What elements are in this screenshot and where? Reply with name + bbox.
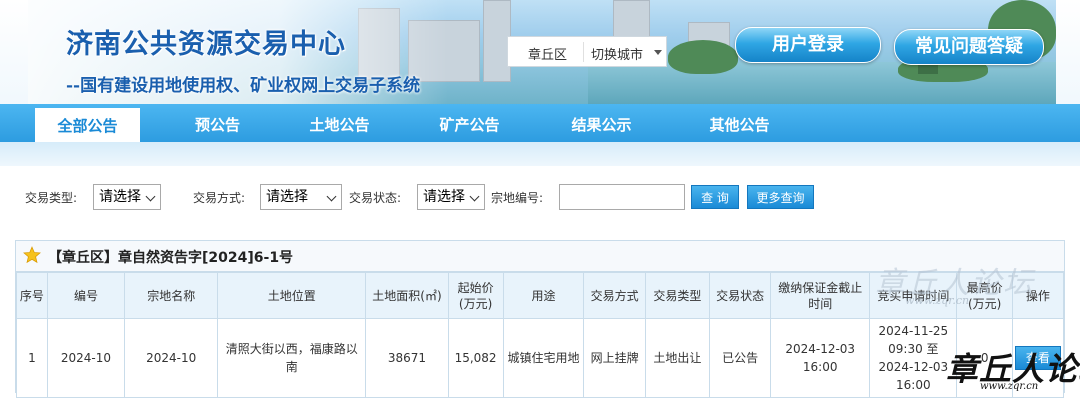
notice-block: 【章丘区】章自然资告字[2024]6-1号 序号 编号 宗地名称 土地位置 土地… [15,240,1065,398]
table-row: 1 2024-10 2024-10 清照大街以西，福康路以南 38671 15,… [16,318,1065,398]
trade-method-label: 交易方式: [193,191,246,205]
trade-status-select[interactable]: 请选择 [417,184,485,210]
login-button[interactable]: 用户登录 [735,27,881,63]
tab-land-notices[interactable]: 土地公告 [287,104,392,142]
col-header: 用途 [502,272,585,319]
trade-type-value: 请选择 [99,189,141,205]
col-header: 最高价(万元) [956,272,1013,319]
chevron-down-icon [654,50,662,55]
row-no: 1 [16,318,48,398]
row-method: 网上挂牌 [583,318,646,398]
switch-city-dropdown[interactable]: 切换城市 [591,44,643,63]
row-max-price: 0 [956,318,1013,398]
row-location: 清照大街以西，福康路以南 [217,318,367,398]
search-button[interactable]: 查 询 [691,185,739,209]
row-deposit-deadline: 2024-12-03 16:00 [770,318,871,398]
city-selector[interactable]: 章丘区 切换城市 [507,36,667,67]
notice-header: 【章丘区】章自然资告字[2024]6-1号 [16,241,1064,272]
col-header: 交易类型 [644,272,710,319]
tab-other-notices[interactable]: 其他公告 [687,104,792,142]
row-type: 土地出让 [644,318,710,398]
row-area: 38671 [365,318,449,398]
col-header: 宗地名称 [124,272,219,319]
row-usage: 城镇住宅用地 [502,318,585,398]
parcel-no-input[interactable] [559,184,685,210]
notice-title[interactable]: 【章丘区】章自然资告字[2024]6-1号 [48,247,293,267]
star-icon [23,246,41,264]
trade-type-label: 交易类型: [25,191,78,205]
tab-result-notices[interactable]: 结果公示 [549,104,654,142]
tab-all-notices[interactable]: 全部公告 [35,108,140,142]
row-start-price: 15,082 [447,318,504,398]
site-title: 济南公共资源交易中心 [66,29,346,60]
table-header-row: 序号 编号 宗地名称 土地位置 土地面积(㎡) 起始价(万元) 用途 交易方式 … [16,272,1065,319]
col-header: 土地面积(㎡) [365,272,449,319]
main-nav: 全部公告 预公告 土地公告 矿产公告 结果公示 其他公告 [0,104,1080,142]
row-apply-time: 2024-11-25 09:30 至 2024-12-03 16:00 [869,318,958,398]
chevron-down-icon [469,191,480,202]
trade-method-select[interactable]: 请选择 [260,184,342,210]
col-header: 土地位置 [217,272,367,319]
current-city: 章丘区 [528,48,568,63]
row-status: 已公告 [708,318,772,398]
col-header: 交易方式 [583,272,646,319]
col-header: 竞买申请时间 [869,272,958,319]
parcel-no-label: 宗地编号: [491,191,544,205]
faq-button[interactable]: 常见问题答疑 [894,29,1044,65]
col-header: 编号 [46,272,126,319]
col-header: 操作 [1011,272,1065,319]
more-search-button[interactable]: 更多查询 [747,185,814,209]
col-header: 缴纳保证金截止时间 [770,272,871,319]
trade-status-value: 请选择 [423,189,465,205]
col-header: 序号 [16,272,48,319]
tab-mineral-notices[interactable]: 矿产公告 [417,104,522,142]
nav-band [0,142,1080,167]
col-header: 起始价(万元) [447,272,504,319]
site-banner: 济南公共资源交易中心 --国有建设用地使用权、矿业权网上交易子系统 章丘区 切换… [0,0,1080,104]
trade-status-label: 交易状态: [349,191,402,205]
row-code: 2024-10 [46,318,126,398]
tab-pre-notices[interactable]: 预公告 [165,104,270,142]
site-subtitle: --国有建设用地使用权、矿业权网上交易子系统 [66,76,421,96]
col-header: 交易状态 [708,272,772,319]
notice-table: 序号 编号 宗地名称 土地位置 土地面积(㎡) 起始价(万元) 用途 交易方式 … [16,272,1065,398]
view-button[interactable]: 查看 [1014,346,1061,370]
row-action-cell: 查看 [1011,318,1065,398]
trade-type-select[interactable]: 请选择 [93,184,161,210]
row-name: 2024-10 [124,318,219,398]
trade-method-value: 请选择 [266,189,308,205]
chevron-down-icon [326,191,337,202]
chevron-down-icon [145,191,156,202]
